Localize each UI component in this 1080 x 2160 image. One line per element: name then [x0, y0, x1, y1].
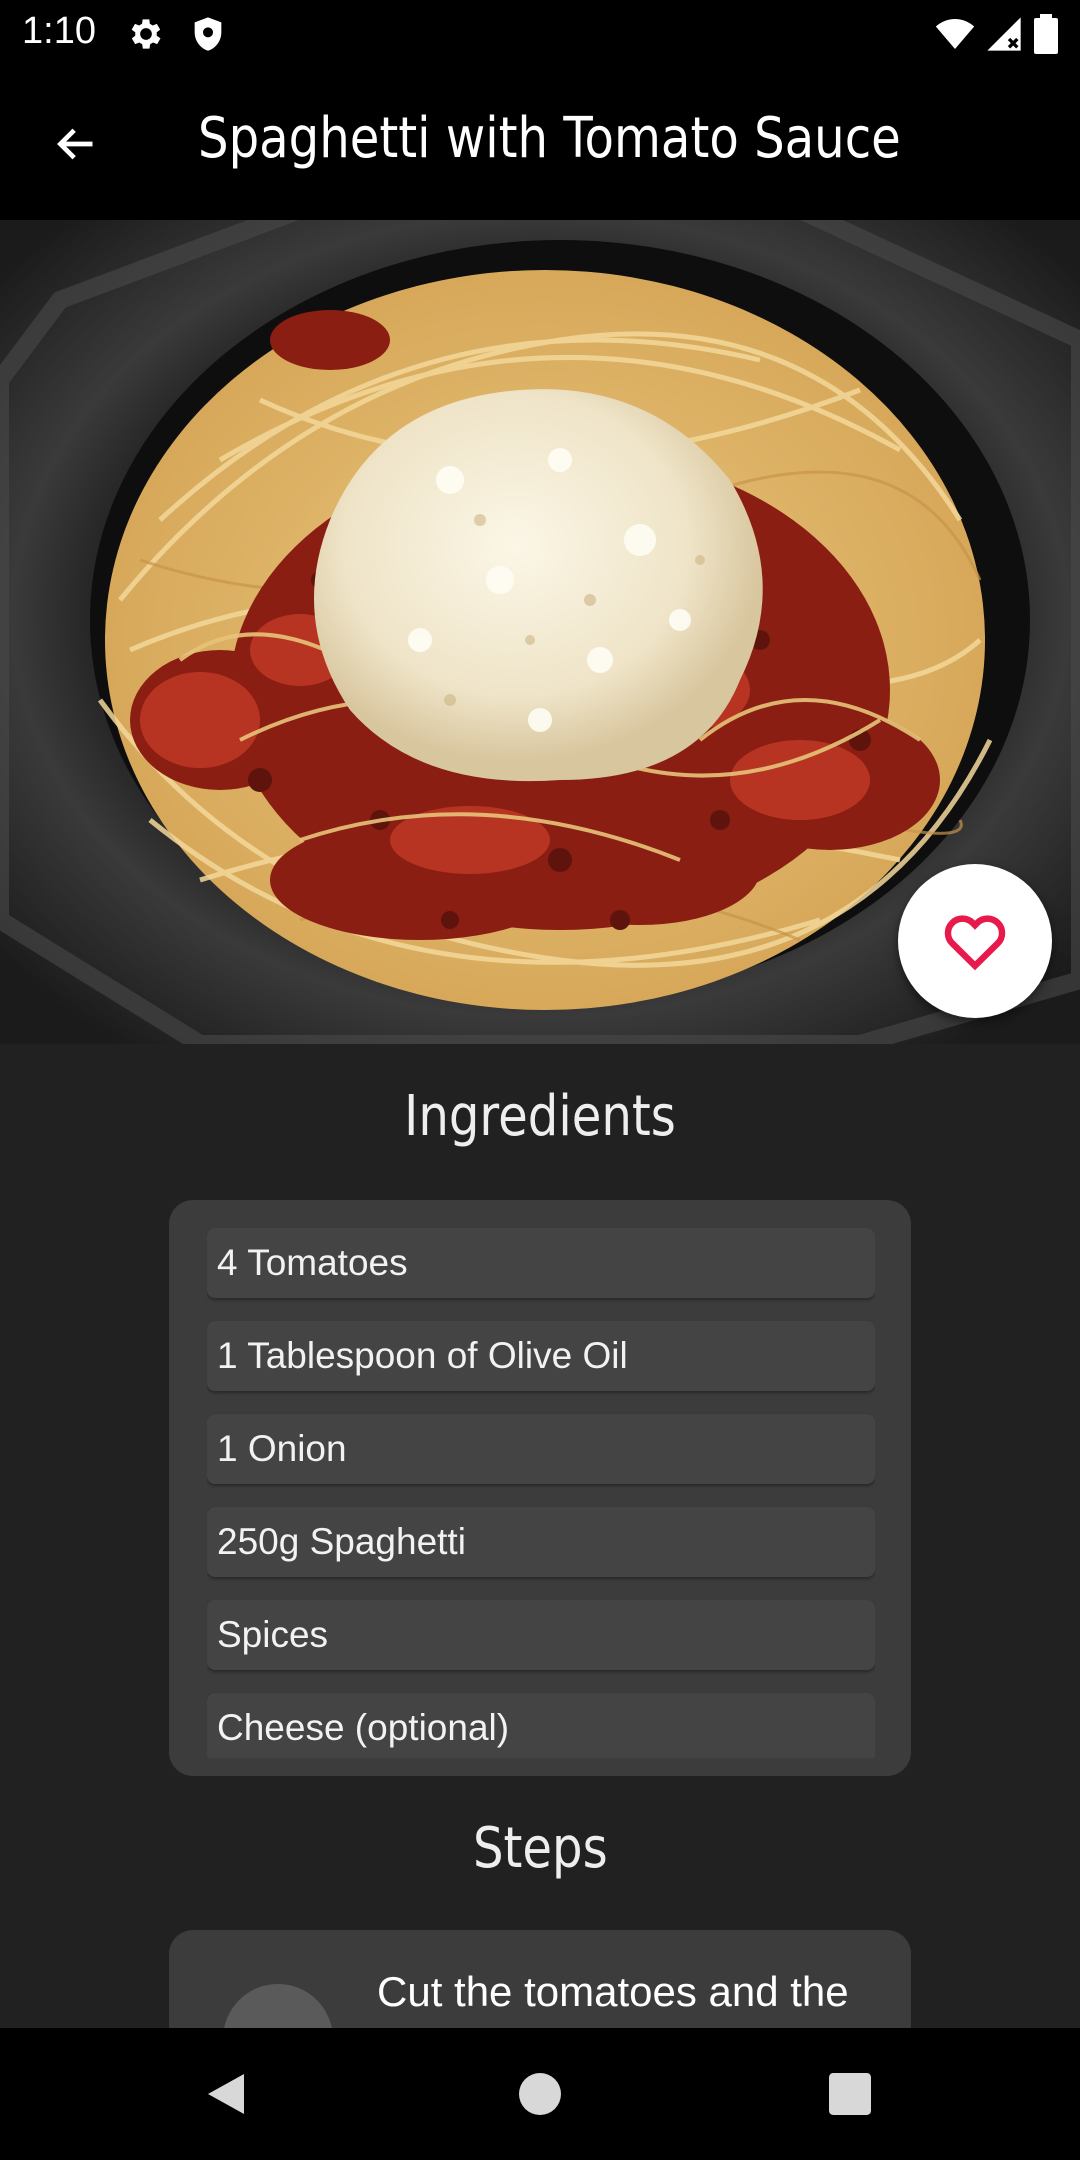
favorite-button[interactable] — [898, 864, 1052, 1018]
status-bar: 1:10 — [0, 0, 1080, 66]
nav-back-button[interactable] — [196, 2064, 256, 2124]
wifi-icon — [934, 14, 975, 54]
ingredients-list[interactable]: 4 Tomatoes 1 Tablespoon of Olive Oil 1 O… — [207, 1228, 875, 1758]
nav-home-button[interactable] — [510, 2064, 570, 2124]
ingredient-item: 250g Spaghetti — [207, 1507, 875, 1577]
recents-square-icon — [829, 2073, 871, 2115]
back-triangle-icon — [208, 2074, 244, 2114]
ingredients-card: 4 Tomatoes 1 Tablespoon of Olive Oil 1 O… — [169, 1200, 911, 1776]
page-title: Spaghetti with Tomato Sauce — [198, 106, 901, 171]
signal-icon — [984, 14, 1024, 54]
back-button[interactable] — [40, 114, 112, 174]
heart-outline-icon — [944, 915, 1006, 971]
steps-title: Steps — [472, 1816, 608, 1881]
nav-recents-button[interactable] — [820, 2064, 880, 2124]
ingredient-item: 1 Tablespoon of Olive Oil — [207, 1321, 875, 1391]
ingredient-item: Cheese (optional) — [207, 1693, 875, 1758]
status-time: 1:10 — [22, 10, 96, 52]
navigation-bar — [0, 2028, 1080, 2160]
ingredients-title: Ingredients — [404, 1084, 676, 1149]
shield-icon — [188, 14, 228, 54]
home-circle-icon — [519, 2073, 561, 2115]
gear-icon — [126, 14, 166, 54]
ingredient-item: 1 Onion — [207, 1414, 875, 1484]
arrow-left-icon — [57, 128, 93, 160]
ingredient-item: Spices — [207, 1600, 875, 1670]
app-bar: Spaghetti with Tomato Sauce — [0, 66, 1080, 220]
ingredient-item: 4 Tomatoes — [207, 1228, 875, 1298]
battery-icon — [1034, 14, 1058, 54]
